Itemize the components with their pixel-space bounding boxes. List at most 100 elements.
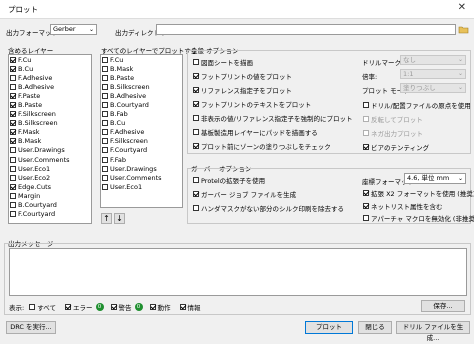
- layer-item[interactable]: User.Eco1: [101, 182, 182, 191]
- gerber-option[interactable]: ガーバー ジョブ ファイルを生成: [192, 187, 344, 201]
- checkbox[interactable]: [363, 130, 369, 136]
- plot-button[interactable]: プロット: [305, 321, 353, 334]
- checkbox[interactable]: [102, 56, 108, 63]
- layer-item[interactable]: B.Fab: [101, 110, 182, 119]
- checkbox[interactable]: [10, 65, 16, 72]
- layer-item[interactable]: User.Eco2: [9, 173, 91, 182]
- scale-select[interactable]: 1:1 ⌄: [400, 69, 466, 79]
- layer-item[interactable]: B.Mask: [9, 137, 91, 146]
- layer-item[interactable]: F.Cu: [9, 55, 91, 64]
- checkbox[interactable]: [102, 156, 108, 163]
- checkbox[interactable]: [363, 144, 369, 150]
- checkbox[interactable]: [102, 129, 108, 136]
- layer-item[interactable]: User.Comments: [101, 173, 182, 182]
- general-option[interactable]: 非表示の値/リファレンス指定子を強制的にプロット: [192, 111, 353, 125]
- close-icon[interactable]: ✕: [458, 2, 466, 13]
- checkbox[interactable]: [10, 92, 16, 99]
- checkbox[interactable]: [10, 183, 16, 190]
- move-up-button[interactable]: ↑: [101, 213, 112, 224]
- plot-mode-select[interactable]: 塗りつぶし ⌄: [400, 83, 466, 93]
- checkbox[interactable]: [102, 174, 108, 181]
- run-drc-button[interactable]: DRC を実行...: [6, 321, 56, 334]
- general-option[interactable]: フットプリントの値をプロット: [192, 69, 353, 83]
- checkbox[interactable]: [10, 156, 16, 163]
- output-dir-input[interactable]: [156, 24, 456, 35]
- checkbox[interactable]: [102, 74, 108, 81]
- checkbox[interactable]: [193, 73, 199, 79]
- checkbox[interactable]: [102, 92, 108, 99]
- layer-item[interactable]: B.Adhesive: [101, 91, 182, 100]
- checkbox[interactable]: [102, 120, 108, 127]
- gerber-option[interactable]: アパーチャ マクロを無効化 (非推奨): [362, 212, 474, 225]
- layer-item[interactable]: User.Drawings: [9, 146, 91, 155]
- general-option[interactable]: リファレンス指定子をプロット: [192, 83, 353, 97]
- layer-item[interactable]: Edge.Cuts: [9, 182, 91, 191]
- filter-action-checkbox[interactable]: [149, 304, 156, 310]
- general-option[interactable]: 反転してプロット: [362, 112, 471, 126]
- checkbox[interactable]: [193, 129, 199, 135]
- layer-item[interactable]: F.Courtyard: [9, 210, 91, 219]
- checkbox[interactable]: [102, 65, 108, 72]
- checkbox[interactable]: [10, 138, 16, 145]
- messages-area[interactable]: [9, 248, 467, 296]
- layer-item[interactable]: F.Silkscreen: [9, 110, 91, 119]
- checkbox[interactable]: [10, 74, 16, 81]
- gerber-option[interactable]: ハンダマスクがない部分のシルク印刷を除去する: [192, 201, 344, 215]
- checkbox[interactable]: [193, 101, 199, 107]
- checkbox[interactable]: [10, 211, 16, 218]
- layer-item[interactable]: F.Paste: [9, 91, 91, 100]
- layer-item[interactable]: F.Adhesive: [101, 128, 182, 137]
- checkbox[interactable]: [10, 165, 16, 172]
- filter-info-checkbox[interactable]: [179, 304, 186, 310]
- layer-item[interactable]: F.Silkscreen: [101, 137, 182, 146]
- general-option[interactable]: 図面シートを描画: [192, 55, 353, 69]
- layer-item[interactable]: B.Silkscreen: [9, 119, 91, 128]
- checkbox[interactable]: [10, 129, 16, 136]
- checkbox[interactable]: [363, 190, 369, 197]
- layer-item[interactable]: B.Courtyard: [9, 201, 91, 210]
- layer-item[interactable]: F.Mask: [9, 128, 91, 137]
- folder-icon[interactable]: [458, 24, 469, 35]
- checkbox[interactable]: [10, 111, 16, 118]
- checkbox[interactable]: [363, 215, 369, 222]
- checkbox[interactable]: [193, 59, 199, 65]
- gerber-option[interactable]: ネットリスト属性を含む: [362, 200, 474, 213]
- coord-format-select[interactable]: 4.6, 単位 mm ⌄: [404, 173, 466, 184]
- checkbox[interactable]: [10, 174, 16, 181]
- close-button[interactable]: 閉じる: [358, 321, 392, 334]
- layer-item[interactable]: Margin: [9, 191, 91, 200]
- layer-item[interactable]: B.Paste: [9, 100, 91, 109]
- layer-item[interactable]: B.Mask: [101, 64, 182, 73]
- checkbox[interactable]: [10, 120, 16, 127]
- filter-warning-checkbox[interactable]: [110, 304, 117, 310]
- checkbox[interactable]: [193, 205, 199, 211]
- generate-drill-button[interactable]: ドリル ファイルを生成...: [396, 321, 470, 342]
- checkbox[interactable]: [10, 202, 16, 209]
- layer-item[interactable]: B.Paste: [101, 73, 182, 82]
- checkbox[interactable]: [102, 83, 108, 90]
- checkbox[interactable]: [102, 111, 108, 118]
- layer-item[interactable]: B.Adhesive: [9, 82, 91, 91]
- layer-item[interactable]: B.Courtyard: [101, 100, 182, 109]
- checkbox[interactable]: [102, 183, 108, 190]
- checkbox[interactable]: [102, 102, 108, 109]
- checkbox[interactable]: [10, 192, 16, 199]
- gerber-option[interactable]: Protelの拡張子を使用: [192, 173, 344, 187]
- layer-item[interactable]: F.Fab: [101, 155, 182, 164]
- layer-item[interactable]: B.Cu: [9, 64, 91, 73]
- general-option[interactable]: プロット前にゾーンの塗りつぶしをチェック: [192, 139, 353, 153]
- general-option[interactable]: ドリル/配置ファイルの原点を使用: [362, 98, 471, 112]
- layer-item[interactable]: User.Drawings: [101, 164, 182, 173]
- layer-item[interactable]: B.Cu: [101, 119, 182, 128]
- layer-item[interactable]: F.Cu: [101, 55, 182, 64]
- general-option[interactable]: ビアのテンティング: [362, 140, 471, 154]
- checkbox[interactable]: [363, 202, 369, 209]
- checkbox[interactable]: [102, 165, 108, 172]
- checkbox[interactable]: [10, 147, 16, 154]
- filter-all-checkbox[interactable]: [29, 304, 36, 310]
- layer-item[interactable]: B.Silkscreen: [101, 82, 182, 91]
- general-option[interactable]: 基板製造用レイヤーにパッドを描画する: [192, 125, 353, 139]
- checkbox[interactable]: [10, 56, 16, 63]
- checkbox[interactable]: [193, 191, 199, 197]
- checkbox[interactable]: [10, 102, 16, 109]
